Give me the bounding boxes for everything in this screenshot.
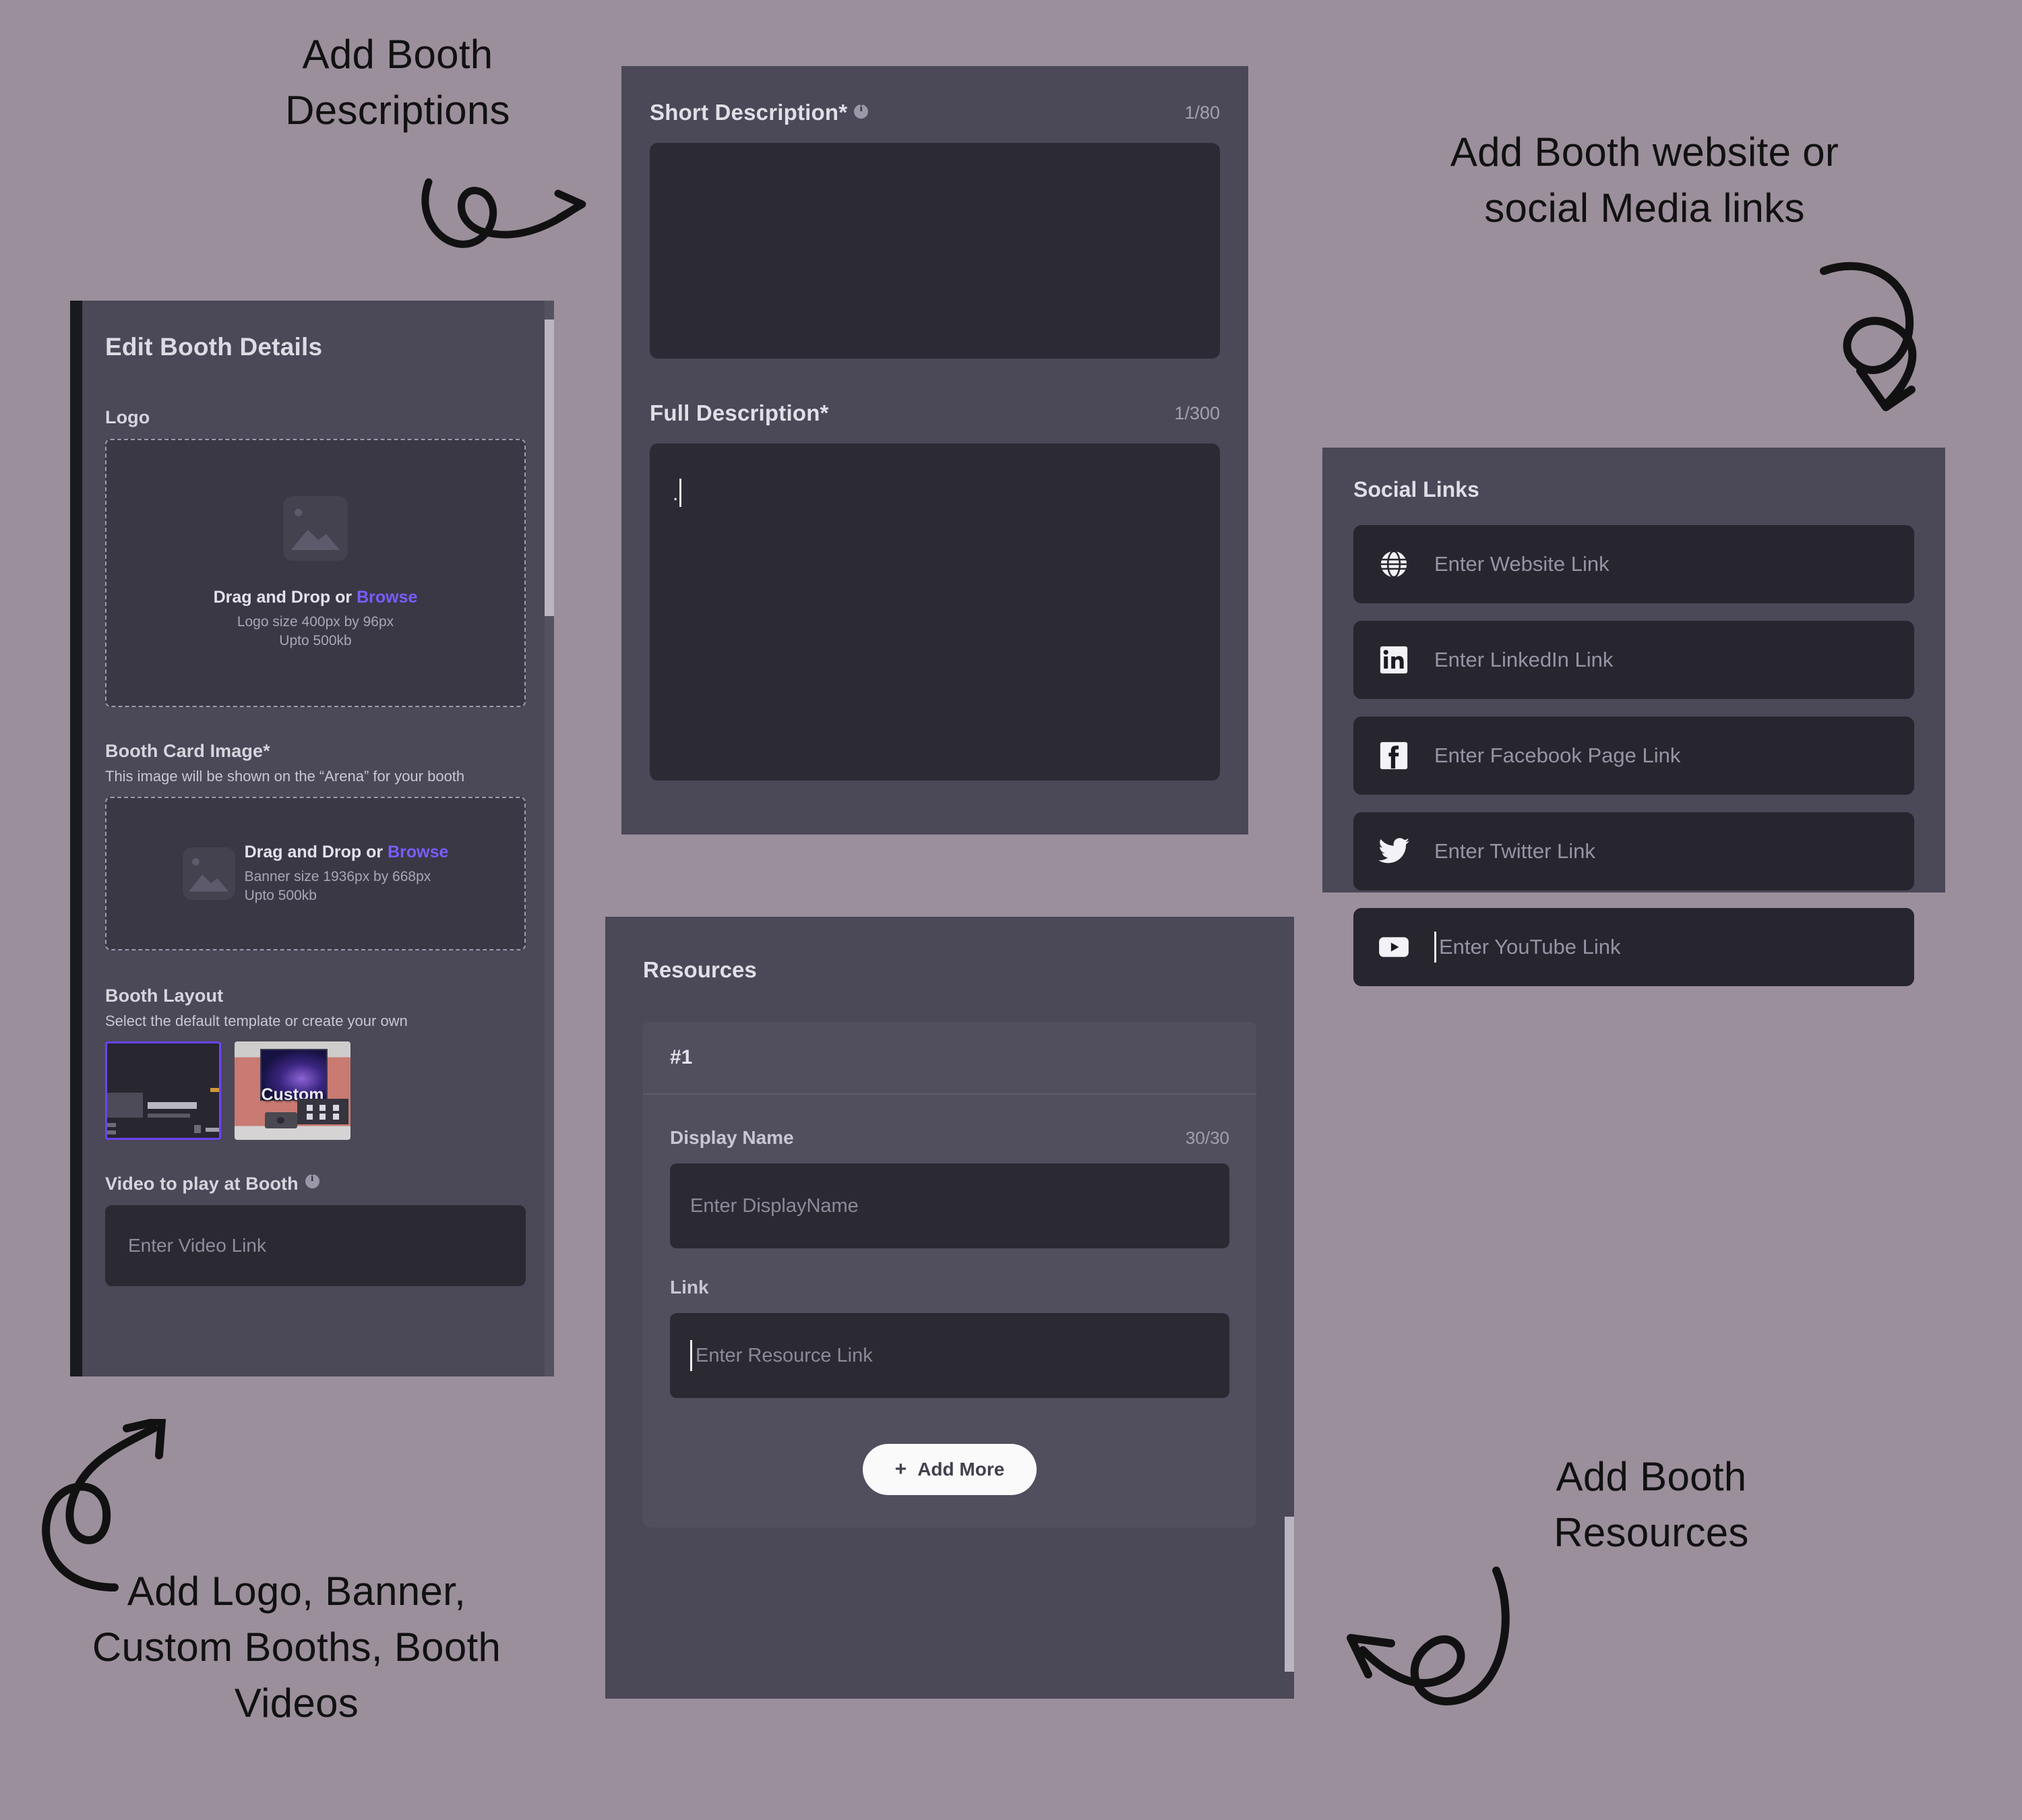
youtube-link-placeholder: Enter YouTube Link — [1439, 935, 1621, 959]
card-size-hint: Banner size 1936px by 668px — [244, 868, 431, 884]
social-link-row-youtube[interactable]: Enter YouTube Link — [1353, 908, 1914, 986]
add-more-button[interactable]: + Add More — [862, 1444, 1037, 1495]
short-description-label-text: Short Description* — [650, 100, 848, 125]
resource-item: #1 Display Name 30/30 Enter DisplayName … — [643, 1022, 1256, 1527]
booth-card-image-dropzone[interactable]: Drag and Drop or Browse Banner size 1936… — [105, 797, 526, 951]
arrow-to-resources-icon — [1347, 1567, 1510, 1705]
booth-layout-options: Custom — [105, 1041, 543, 1141]
logo-size-hint: Logo size 400px by 96px — [237, 613, 394, 630]
left-panel-scrollbar-thumb[interactable] — [545, 320, 554, 616]
annotation-add-booth-website: Add Booth website or social Media links — [1450, 129, 1839, 231]
short-description-label: Short Description* — [650, 100, 869, 125]
card-drop-text: Drag and Drop or Browse — [245, 843, 449, 862]
page-title: Edit Booth Details — [105, 333, 323, 361]
booth-card-image-description: This image will be shown on the “Arena” … — [105, 768, 465, 785]
annotation-add-booth-resources: Add Booth Resources — [1554, 1454, 1749, 1555]
linkedin-icon — [1375, 641, 1413, 679]
annotation-add-booth-descriptions: Add Booth Descriptions — [285, 32, 510, 133]
resource-link-input[interactable]: Enter Resource Link — [670, 1313, 1229, 1398]
twitter-icon — [1375, 832, 1413, 870]
link-header: Link — [670, 1277, 1229, 1298]
logo-drop-text: Drag and Drop or Browse — [214, 588, 418, 607]
add-more-label: Add More — [917, 1459, 1005, 1480]
social-link-row-linkedin[interactable]: Enter LinkedIn Link — [1353, 621, 1914, 699]
card-drop-prefix: Drag and Drop or — [244, 842, 388, 861]
display-name-header: Display Name 30/30 — [670, 1127, 1229, 1149]
video-link-input[interactable]: Enter Video Link — [105, 1205, 526, 1287]
arrow-to-booth-details-icon — [42, 1419, 166, 1591]
video-label-text: Video to play at Booth — [105, 1174, 299, 1194]
youtube-icon — [1375, 928, 1413, 966]
image-placeholder-icon — [283, 495, 348, 561]
logo-limit-hint: Upto 500kb — [279, 632, 352, 648]
arrow-to-descriptions-icon — [421, 178, 586, 248]
booth-layout-description: Select the default template or create yo… — [105, 1012, 408, 1030]
social-link-row-facebook[interactable]: Enter Facebook Page Link — [1353, 717, 1914, 795]
short-description-header: Short Description* 1/80 — [650, 100, 1220, 125]
left-panel-scrollbar-track[interactable] — [545, 301, 554, 1376]
text-cursor — [679, 479, 682, 507]
descriptions-panel: Short Description* 1/80 Full Description… — [621, 66, 1248, 835]
full-description-header: Full Description* 1/300 — [650, 400, 1220, 426]
display-name-counter: 30/30 — [1185, 1127, 1229, 1148]
resources-title: Resources — [643, 957, 757, 982]
short-description-textarea[interactable] — [650, 143, 1220, 359]
social-link-row-website[interactable]: Enter Website Link — [1353, 525, 1914, 603]
info-icon[interactable] — [854, 103, 869, 119]
facebook-link-placeholder: Enter Facebook Page Link — [1434, 744, 1681, 767]
image-placeholder-icon — [182, 847, 235, 901]
social-links-title: Social Links — [1353, 477, 1479, 502]
full-description-counter: 1/300 — [1174, 402, 1220, 423]
social-links-panel: Social Links Enter Website Link Enter Li… — [1322, 448, 1945, 986]
linkedin-link-placeholder: Enter LinkedIn Link — [1434, 648, 1614, 671]
card-limit-hint: Upto 500kb — [244, 887, 317, 903]
facebook-icon — [1375, 737, 1413, 775]
text-cursor — [690, 1340, 692, 1371]
full-description-value-wrap: . — [673, 479, 682, 507]
booth-layout-option-default[interactable] — [105, 1041, 221, 1141]
booth-layout-label: Booth Layout — [105, 985, 224, 1006]
resources-panel: Resources #1 Display Name 30/30 Enter Di… — [605, 917, 1294, 1699]
full-description-value: . — [673, 483, 679, 505]
display-name-label: Display Name — [670, 1127, 794, 1148]
display-name-placeholder: Enter DisplayName — [690, 1194, 859, 1217]
link-label: Link — [670, 1277, 709, 1298]
social-link-row-twitter[interactable]: Enter Twitter Link — [1353, 812, 1914, 890]
plus-icon: + — [894, 1458, 907, 1480]
short-description-counter: 1/80 — [1184, 102, 1220, 123]
website-link-placeholder: Enter Website Link — [1434, 552, 1610, 576]
booth-card-image-label: Booth Card Image* — [105, 741, 270, 761]
globe-icon — [1375, 545, 1413, 583]
panel-left-edge — [70, 301, 82, 1376]
info-icon[interactable] — [305, 1173, 319, 1189]
display-name-input[interactable]: Enter DisplayName — [670, 1163, 1229, 1248]
logo-label: Logo — [105, 407, 150, 427]
full-description-textarea[interactable]: . — [650, 444, 1220, 781]
logo-browse-link[interactable]: Browse — [357, 588, 417, 607]
booth-layout-option-custom[interactable]: Custom — [235, 1041, 350, 1141]
full-description-label: Full Description* — [650, 400, 829, 425]
resources-scrollbar-thumb[interactable] — [1285, 1517, 1294, 1672]
arrow-to-social-links-icon — [1820, 262, 1917, 411]
logo-drop-prefix: Drag and Drop or — [213, 587, 357, 607]
resources-scrollbar-track[interactable] — [1285, 917, 1294, 1699]
resource-index-label: #1 — [643, 1022, 1256, 1095]
card-browse-link[interactable]: Browse — [388, 843, 448, 861]
edit-booth-details-panel: Edit Booth Details Logo Drag and Drop or… — [70, 301, 554, 1376]
logo-dropzone[interactable]: Drag and Drop or Browse Logo size 400px … — [105, 439, 526, 707]
text-cursor — [1434, 932, 1436, 963]
twitter-link-placeholder: Enter Twitter Link — [1434, 839, 1595, 863]
resource-link-placeholder: Enter Resource Link — [696, 1344, 873, 1366]
video-label: Video to play at Booth — [105, 1173, 543, 1194]
